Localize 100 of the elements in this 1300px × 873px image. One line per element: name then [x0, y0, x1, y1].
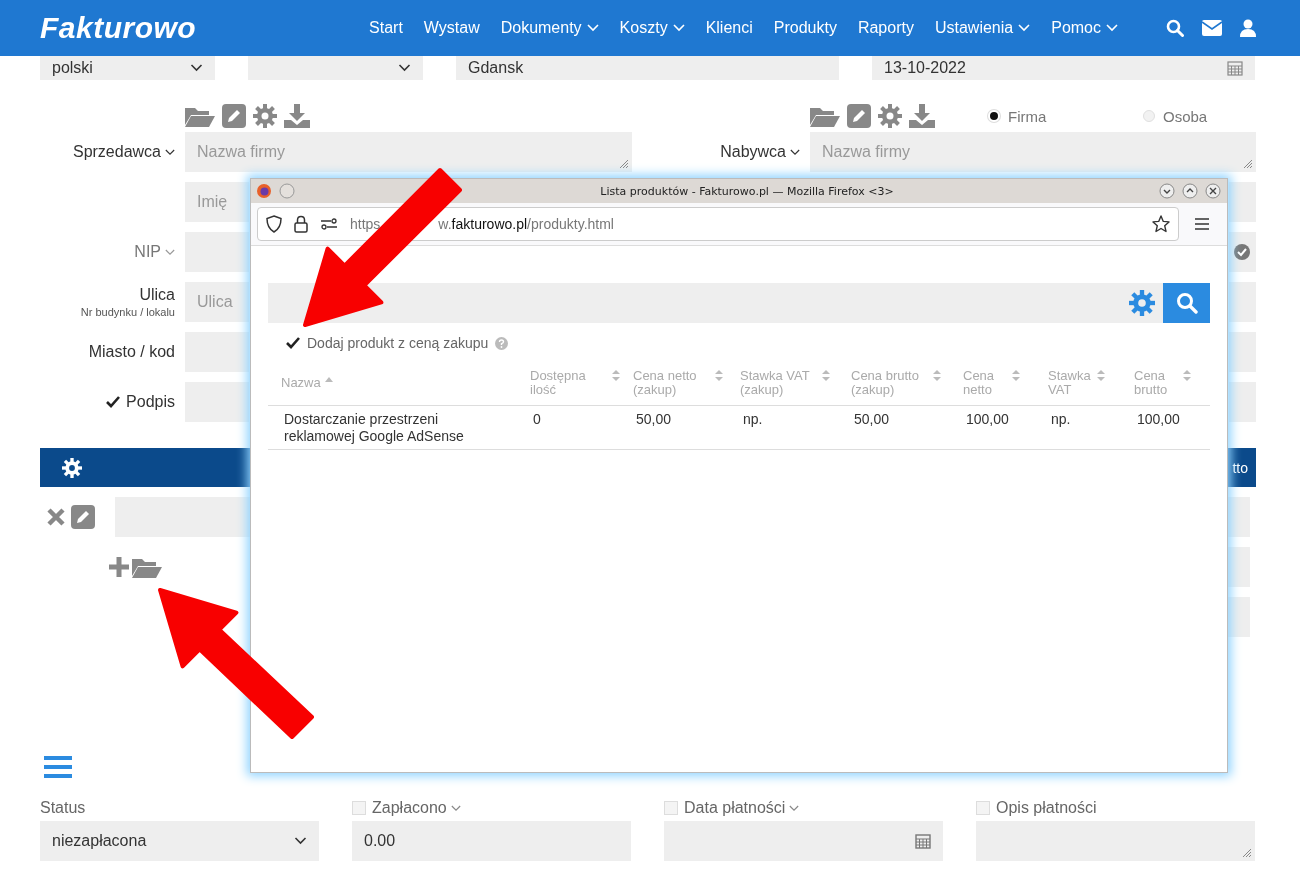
help-icon[interactable] [495, 336, 509, 350]
download-icon[interactable] [909, 104, 935, 128]
resize-handle-icon[interactable] [1242, 158, 1252, 168]
nip-label[interactable]: NIP [134, 243, 175, 261]
gear-icon[interactable] [878, 104, 902, 128]
star-icon[interactable] [1152, 215, 1170, 233]
city-postcode-field[interactable] [185, 332, 249, 372]
radio-button[interactable] [1143, 110, 1155, 122]
first-name-field[interactable]: Imię [185, 182, 249, 222]
radio-option[interactable]: Osoba [1143, 107, 1298, 125]
column-header[interactable]: Cena netto (zakup) [633, 369, 711, 397]
checkbox[interactable] [286, 337, 300, 349]
nav-link[interactable]: Raporty [857, 19, 914, 37]
sort-icon[interactable] [715, 369, 723, 382]
sort-icon[interactable] [1097, 369, 1105, 382]
folder-icon[interactable] [132, 556, 162, 578]
folder-icon[interactable] [185, 105, 215, 127]
seller-label[interactable]: Sprzedawca [72, 143, 175, 161]
close-icon[interactable] [47, 508, 65, 526]
sort-icon[interactable] [933, 369, 941, 382]
user-icon[interactable] [1240, 19, 1256, 37]
buyer-label[interactable]: Nabywca [720, 143, 800, 161]
shield-icon[interactable] [266, 215, 282, 233]
column-header[interactable]: Stawka VAT [1048, 369, 1093, 397]
mail-icon[interactable] [1202, 20, 1222, 36]
nav-link[interactable]: Koszty [619, 19, 685, 37]
column-heading: tto [1232, 459, 1248, 476]
search-icon[interactable] [1166, 19, 1184, 37]
edit-icon[interactable] [222, 104, 246, 128]
table-cell-text: 100,00 [965, 411, 1010, 429]
nav-link[interactable]: Pomoc [1051, 19, 1118, 37]
nip-field[interactable] [185, 232, 249, 272]
close-icon[interactable] [1205, 183, 1221, 199]
city-field[interactable]: Gdansk [456, 56, 839, 80]
input-field[interactable] [1229, 182, 1256, 222]
nav-link[interactable]: Start [369, 19, 403, 37]
edit-icon[interactable] [847, 104, 871, 128]
search-button[interactable] [1163, 283, 1210, 323]
nip-field[interactable] [1229, 232, 1256, 272]
nav-link[interactable]: Ustawienia [934, 19, 1031, 37]
payment-date-label[interactable]: Data płatności [684, 799, 800, 817]
permissions-icon[interactable] [320, 218, 338, 230]
checkbox[interactable] [106, 396, 121, 408]
column-header[interactable]: Nazwa [281, 376, 321, 390]
logo[interactable]: Fakturowo [40, 11, 197, 45]
input-field[interactable] [1228, 547, 1250, 587]
calendar-icon[interactable] [915, 833, 931, 849]
sort-icon[interactable] [1183, 369, 1191, 382]
browser-icon [257, 184, 271, 198]
input-field[interactable] [1229, 282, 1256, 322]
payment-note-label: Opis płatności [996, 799, 1097, 817]
company-name-field[interactable]: Nazwa firmy [185, 132, 632, 172]
nav-link[interactable]: Wystaw [423, 19, 480, 37]
folder-icon[interactable] [810, 105, 840, 127]
input-field[interactable] [1229, 332, 1256, 372]
sort-icon[interactable] [612, 369, 620, 382]
column-header[interactable]: Cena brutto (zakup) [851, 369, 929, 397]
nav-link[interactable]: Dokumenty [500, 19, 599, 37]
status-select[interactable]: niezapłacona [40, 821, 319, 861]
resize-handle-icon[interactable] [1241, 847, 1251, 857]
company-name-field[interactable]: Nazwa firmy [810, 132, 1256, 172]
sort-icon[interactable] [822, 369, 830, 382]
address-bar[interactable]: https w.fakturowo.pl/produkty.html [257, 207, 1179, 241]
column-header[interactable]: Cena netto [963, 369, 1008, 397]
lock-icon[interactable] [294, 215, 308, 233]
column-header[interactable]: Stawka VAT (zakup) [740, 369, 818, 397]
plus-icon[interactable] [108, 556, 130, 578]
download-icon[interactable] [284, 104, 310, 128]
column-header[interactable]: Cena brutto [1134, 369, 1179, 397]
settings-icon[interactable] [62, 457, 82, 478]
date-field[interactable]: 13-10-2022 [872, 56, 1255, 80]
column-header[interactable]: Dostępna ilość [530, 369, 608, 397]
table-cell-text: Dostarczanie przestrzeni reklamowej Google AdSense [283, 411, 465, 445]
paid-label[interactable]: Zapłacono [372, 799, 461, 817]
menu-icon[interactable] [1195, 218, 1209, 230]
sort-icon[interactable] [1012, 369, 1020, 382]
menu-icon[interactable] [44, 755, 72, 779]
nav-link[interactable]: Produkty [773, 19, 837, 37]
chevron-icon [294, 837, 307, 845]
edit-icon[interactable] [71, 505, 95, 529]
search-field[interactable] [268, 283, 1210, 323]
calendar-icon[interactable] [1227, 60, 1243, 76]
input-field[interactable] [1228, 597, 1250, 637]
input-field[interactable] [1228, 497, 1250, 537]
language-select[interactable]: polski [40, 56, 215, 80]
radio-option[interactable]: Firma [988, 107, 1143, 125]
nav-link[interactable]: Klienci [705, 19, 753, 37]
street-field[interactable]: Ulica [185, 282, 249, 322]
purchase-price-label[interactable]: Dodaj produkt z ceną zakupu [307, 335, 489, 351]
signature-field[interactable] [185, 382, 249, 422]
gear-icon[interactable] [253, 104, 277, 128]
minimize-icon[interactable] [1159, 183, 1175, 199]
input-field[interactable] [1229, 382, 1256, 422]
resize-handle-icon[interactable] [618, 158, 628, 168]
window-button-icon[interactable] [279, 183, 295, 199]
payment-note-field[interactable] [976, 821, 1255, 861]
maximize-icon[interactable] [1182, 183, 1198, 199]
select-field[interactable] [248, 56, 423, 80]
payment-date-field[interactable] [664, 821, 943, 861]
paid-amount-field[interactable]: 0.00 [352, 821, 631, 861]
